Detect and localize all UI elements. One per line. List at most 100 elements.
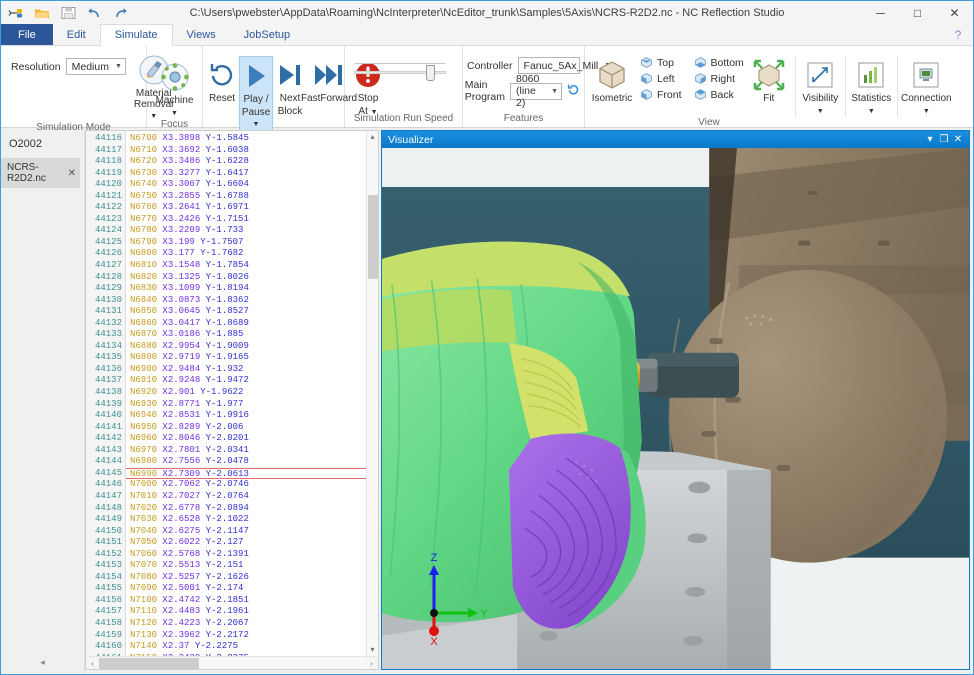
slider-thumb[interactable]	[426, 65, 435, 81]
code-line[interactable]: N6840 X3.0873 Y-1.8362	[126, 295, 366, 307]
code-line[interactable]: N6780 X3.2209 Y-1.733	[126, 225, 366, 237]
code-line[interactable]: N6830 X3.1099 Y-1.8194	[126, 283, 366, 295]
tab-views[interactable]: Views	[173, 24, 230, 45]
editor-horizontal-scrollbar[interactable]: ‹ ›	[86, 656, 378, 669]
code-line[interactable]: N6820 X3.1325 Y-1.8026	[126, 272, 366, 284]
code-line[interactable]: N6720 X3.3486 Y-1.6228	[126, 156, 366, 168]
hscroll-track[interactable]	[99, 658, 365, 669]
maximize-button[interactable]: □	[899, 1, 936, 24]
view-top-button[interactable]: Top	[637, 55, 685, 70]
scroll-up-arrow[interactable]: ▴	[370, 131, 374, 143]
tab-file[interactable]: File	[1, 24, 53, 45]
code-line[interactable]: N6920 X2.901 Y-1.9622	[126, 387, 366, 399]
code-line[interactable]: N7090 X2.5001 Y-2.174	[126, 583, 366, 595]
code-line[interactable]: N6810 X3.1548 Y-1.7854	[126, 260, 366, 272]
code-line[interactable]: N7050 X2.6022 Y-2.127	[126, 537, 366, 549]
panel-scroll-left[interactable]: ◂	[1, 657, 84, 674]
code-line[interactable]: N7140 X2.37 Y-2.2275	[126, 641, 366, 653]
scroll-right-arrow[interactable]: ›	[365, 659, 378, 668]
program-file-tab[interactable]: NCRS-R2D2.nc ✕	[1, 158, 80, 188]
code-line[interactable]: N7030 X2.6528 Y-2.1022	[126, 514, 366, 526]
resolution-select[interactable]: Medium ▼	[66, 58, 126, 75]
connection-button[interactable]: Connection ▼	[897, 56, 953, 117]
view-right-button[interactable]: Right	[691, 71, 747, 86]
code-lines[interactable]: N6700 X3.3898 Y-1.5845N6710 X3.3692 Y-1.…	[126, 131, 366, 656]
statistics-button[interactable]: Statistics ▼	[845, 56, 895, 117]
visualizer-3d-canvas[interactable]: Z Y X	[382, 148, 969, 669]
panel-restore-icon[interactable]: ❐	[937, 134, 951, 145]
code-line[interactable]: N7080 X2.5257 Y-2.1626	[126, 572, 366, 584]
undo-icon[interactable]	[85, 5, 103, 21]
close-button[interactable]: ✕	[936, 1, 973, 24]
code-line[interactable]: N7040 X2.6275 Y-2.1147	[126, 526, 366, 538]
panel-close-icon[interactable]: ✕	[951, 134, 965, 145]
code-line[interactable]: N6950 X2.8289 Y-2.006	[126, 422, 366, 434]
view-front-button[interactable]: Front	[637, 87, 685, 102]
code-line[interactable]: N6870 X3.0186 Y-1.885	[126, 329, 366, 341]
reset-button[interactable]: Reset	[207, 56, 237, 104]
code-line[interactable]: N6880 X2.9954 Y-1.9009	[126, 341, 366, 353]
code-line[interactable]: N6790 X3.199 Y-1.7507	[126, 237, 366, 249]
code-line[interactable]: N6710 X3.3692 Y-1.6038	[126, 145, 366, 157]
code-line[interactable]: N6770 X3.2426 Y-1.7151	[126, 214, 366, 226]
code-line[interactable]: N6730 X3.3277 Y-1.6417	[126, 168, 366, 180]
fit-button[interactable]: Fit	[749, 56, 789, 104]
code-line[interactable]: N6850 X3.0645 Y-1.8527	[126, 306, 366, 318]
code-line[interactable]: N7150 X2.3438 Y-2.2375	[126, 653, 366, 656]
tab-edit[interactable]: Edit	[53, 24, 100, 45]
scroll-left-arrow[interactable]: ‹	[86, 659, 99, 668]
play-pause-button[interactable]: Play / Pause ▼	[239, 56, 273, 131]
code-line[interactable]: N7110 X2.4483 Y-2.1961	[126, 606, 366, 618]
code-line[interactable]: N6760 X3.2641 Y-1.6971	[126, 202, 366, 214]
code-line[interactable]: N6750 X3.2855 Y-1.6788	[126, 191, 366, 203]
code-line[interactable]: N6740 X3.3067 Y-1.6604	[126, 179, 366, 191]
code-line[interactable]: N6700 X3.3898 Y-1.5845	[126, 133, 366, 145]
view-left-button[interactable]: Left	[637, 71, 685, 86]
minimize-button[interactable]: ─	[862, 1, 899, 24]
code-line[interactable]: N6910 X2.9248 Y-1.9472	[126, 375, 366, 387]
machine-button[interactable]: Machine ▼	[151, 58, 198, 119]
code-line[interactable]: N7020 X2.6778 Y-2.0894	[126, 503, 366, 515]
view-back-button[interactable]: Back	[691, 87, 747, 102]
new-icon[interactable]	[7, 5, 25, 21]
main-area: O2002 NCRS-R2D2.nc ✕ ◂ 44116441174411844…	[1, 130, 973, 674]
code-line[interactable]: N6960 X2.8046 Y-2.0201	[126, 433, 366, 445]
save-icon[interactable]	[59, 5, 77, 21]
controller-select[interactable]: Fanuc_5Ax_Mill ▼	[518, 57, 580, 74]
code-line[interactable]: N6800 X3.177 Y-1.7682	[126, 248, 366, 260]
code-line[interactable]: N7130 X2.3962 Y-2.2172	[126, 630, 366, 642]
close-icon[interactable]: ✕	[66, 168, 76, 179]
hscroll-thumb[interactable]	[99, 658, 199, 669]
code-line[interactable]: N7000 X2.7062 Y-2.0746	[126, 479, 366, 491]
code-line[interactable]: N6940 X2.8531 Y-1.9916	[126, 410, 366, 422]
code-line[interactable]: N6980 X2.7556 Y-2.0478	[126, 456, 366, 468]
visibility-button[interactable]: Visibility ▼	[795, 56, 843, 117]
panel-menu-icon[interactable]: ▾	[923, 134, 937, 145]
code-line[interactable]: N6860 X3.0417 Y-1.8689	[126, 318, 366, 330]
code-line[interactable]: N6900 X2.9484 Y-1.932	[126, 364, 366, 376]
scroll-down-arrow[interactable]: ▾	[370, 644, 374, 656]
simulation-run-speed-slider[interactable]	[354, 49, 454, 74]
open-folder-icon[interactable]	[33, 5, 51, 21]
tab-jobsetup[interactable]: JobSetup	[230, 24, 304, 45]
scrollbar-thumb[interactable]	[368, 195, 378, 279]
help-icon[interactable]: ?	[943, 24, 973, 45]
view-bottom-button[interactable]: Bottom	[691, 55, 747, 70]
slider-track[interactable]	[354, 71, 446, 74]
next-block-button[interactable]: Next Block	[275, 56, 305, 117]
code-line[interactable]: N6930 X2.8771 Y-1.977	[126, 399, 366, 411]
code-line[interactable]: N7060 X2.5768 Y-2.1391	[126, 549, 366, 561]
code-line[interactable]: N7010 X2.7027 Y-2.0764	[126, 491, 366, 503]
main-program-select[interactable]: 8060 (line 2) ▼	[510, 83, 562, 100]
editor-vertical-scrollbar[interactable]: ▴ ▾	[366, 131, 378, 656]
isometric-button[interactable]: Isometric	[589, 56, 635, 104]
code-line[interactable]: N7070 X2.5513 Y-2.151	[126, 560, 366, 572]
tab-simulate[interactable]: Simulate	[100, 24, 173, 46]
redo-icon[interactable]	[111, 5, 129, 21]
current-code-line[interactable]: N6990 X2.7309 Y-2.0613	[126, 468, 366, 480]
code-line[interactable]: N6890 X2.9719 Y-1.9165	[126, 352, 366, 364]
code-line[interactable]: N6970 X2.7801 Y-2.0341	[126, 445, 366, 457]
refresh-icon[interactable]	[567, 83, 580, 99]
code-line[interactable]: N7120 X2.4223 Y-2.2067	[126, 618, 366, 630]
code-line[interactable]: N7100 X2.4742 Y-2.1851	[126, 595, 366, 607]
